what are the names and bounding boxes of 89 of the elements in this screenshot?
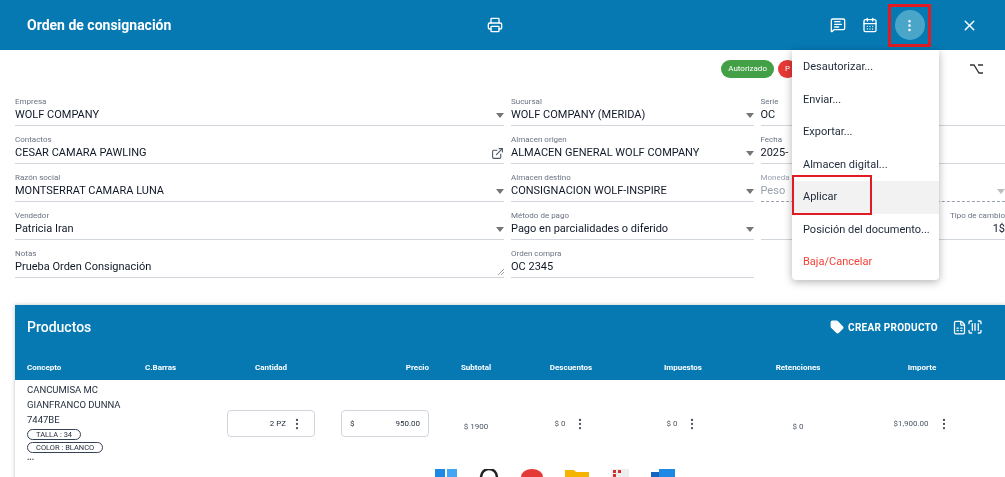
create-product-button[interactable]: CREAR PRODUCTO [830, 319, 938, 335]
form-field[interactable]: Vendedor Patricia Iran [15, 202, 504, 240]
windows-icon[interactable] [435, 469, 457, 477]
quantity-value: 2 PZ [269, 417, 286, 430]
field-value: CESAR CAMARA PAWLING [15, 144, 147, 161]
form-field[interactable]: Razón social MONTSERRAT CAMARA LUNA [15, 164, 504, 202]
menu-item[interactable]: Enviar... [792, 83, 939, 116]
tag-plus-icon [830, 320, 845, 334]
column-header: Importe [907, 362, 937, 372]
option-key-icon[interactable] [970, 64, 983, 74]
discount-value: $ 0 [554, 417, 566, 430]
field-value: 1$ [992, 220, 1005, 237]
dropdown-caret-icon[interactable] [745, 226, 754, 232]
field-value: OC 2345 [511, 258, 554, 275]
dropdown-caret-icon[interactable] [745, 188, 754, 194]
column-header: Precio [405, 362, 429, 372]
form-field[interactable]: Almacen destino CONSIGNACION WOLF-INSPIRE [511, 164, 754, 202]
column-header: Cantidad [254, 362, 288, 372]
column-header: Retenciones [775, 362, 821, 372]
quantity-field[interactable]: 2 PZ [227, 410, 315, 438]
barcode-scan-icon[interactable] [967, 319, 983, 335]
form-field[interactable]: Método de pago Pago en parcialidades o diferido [511, 202, 754, 240]
field-label: Vendedor [15, 211, 50, 221]
price-value: 950.00 [395, 417, 420, 430]
column-header: Subtotal [460, 362, 492, 372]
form-field[interactable]: Sucursal WOLF COMPANY (MERIDA) [511, 88, 754, 126]
field-value: Patricia Iran [15, 220, 74, 237]
column-header: Impuestos [664, 362, 702, 372]
calendar-icon[interactable] [862, 17, 878, 33]
menu-item[interactable]: Almacen digital... [792, 148, 939, 181]
field-label: Método de pago [511, 211, 570, 221]
field-label: Sucursal [511, 97, 542, 107]
form-field[interactable]: Empresa WOLF COMPANY [15, 88, 504, 126]
window-title: Orden de consignación [27, 15, 173, 35]
menu-item[interactable]: Baja/Cancelar [792, 246, 939, 279]
dropdown-caret-icon[interactable] [496, 188, 504, 194]
field-label: Tipo de cambio [949, 211, 1005, 221]
field-label: Empresa [15, 97, 47, 107]
currency-symbol: $ [350, 417, 355, 430]
field-value: CONSIGNACION WOLF-INSPIRE [511, 182, 667, 199]
dropdown-caret-icon[interactable] [496, 112, 504, 118]
field-value: OC [760, 106, 776, 123]
field-label: Moneda [760, 173, 790, 183]
field-label: Contactos [15, 135, 52, 145]
dropdown-caret-icon[interactable] [745, 112, 754, 118]
menu-item[interactable]: Exportar... [792, 116, 939, 149]
field-label: Almacen origen [511, 135, 567, 145]
column-header: Descuentos [549, 362, 593, 372]
menu-item[interactable]: Posición del documento... [792, 213, 939, 246]
field-label: Fecha [760, 135, 783, 145]
field-value: Pago en parcialidades o diferido [511, 220, 669, 237]
browser-icon[interactable] [521, 469, 543, 477]
print-icon[interactable] [487, 17, 503, 33]
withholding-value: $ 0 [792, 421, 804, 431]
dropdown-caret-icon[interactable] [745, 150, 754, 156]
subtotal-value: $ 1900 [463, 421, 489, 431]
form-field[interactable]: Contactos CESAR CAMARA PAWLING [15, 126, 504, 164]
resize-handle-icon[interactable] [498, 269, 504, 275]
field-value: Peso [760, 182, 786, 199]
app-icon[interactable] [611, 469, 629, 477]
status-chip: Autorizado [721, 60, 774, 78]
field-label: Almacen destino [511, 173, 571, 183]
field-label: Notas [15, 249, 37, 259]
excel-file-icon[interactable] [952, 319, 967, 335]
tax-value: $ 0 [666, 417, 678, 430]
open-link-icon[interactable] [491, 146, 504, 160]
field-value: Prueba Orden Consignación [15, 258, 152, 275]
price-field[interactable]: $ 950.00 [341, 410, 429, 438]
amount-value: $1,900.00 [893, 417, 929, 430]
app-icon[interactable] [651, 469, 675, 477]
form-field[interactable]: Almacen origen ALMACEN GENERAL WOLF COMPANY [511, 126, 754, 164]
search-icon[interactable] [479, 469, 499, 477]
column-header: C.Barras [145, 362, 177, 372]
field-label: Razón social [15, 173, 61, 183]
field-label: Orden compra [511, 249, 562, 259]
field-value: WOLF COMPANY [15, 106, 100, 123]
field-label: Serie [760, 97, 779, 107]
menu-item[interactable]: Aplicar [792, 181, 939, 214]
field-value: WOLF COMPANY (MERIDA) [511, 106, 646, 123]
form-field[interactable]: Orden compra OC 2345 [511, 240, 754, 278]
product-name: CANCUMISA MC GIANFRANCO DUNNA 7447BE [27, 383, 122, 427]
column-header: Concepto [27, 362, 62, 372]
field-value: ALMACEN GENERAL WOLF COMPANY [511, 144, 700, 161]
field-value: MONTSERRAT CAMARA LUNA [15, 182, 165, 199]
dropdown-caret-icon[interactable] [496, 226, 504, 232]
form-field[interactable]: Notas Prueba Orden Consignación [15, 240, 504, 278]
comments-icon[interactable] [830, 17, 846, 33]
section-title: Productos [27, 317, 93, 337]
field-value: 2025- [760, 144, 789, 161]
